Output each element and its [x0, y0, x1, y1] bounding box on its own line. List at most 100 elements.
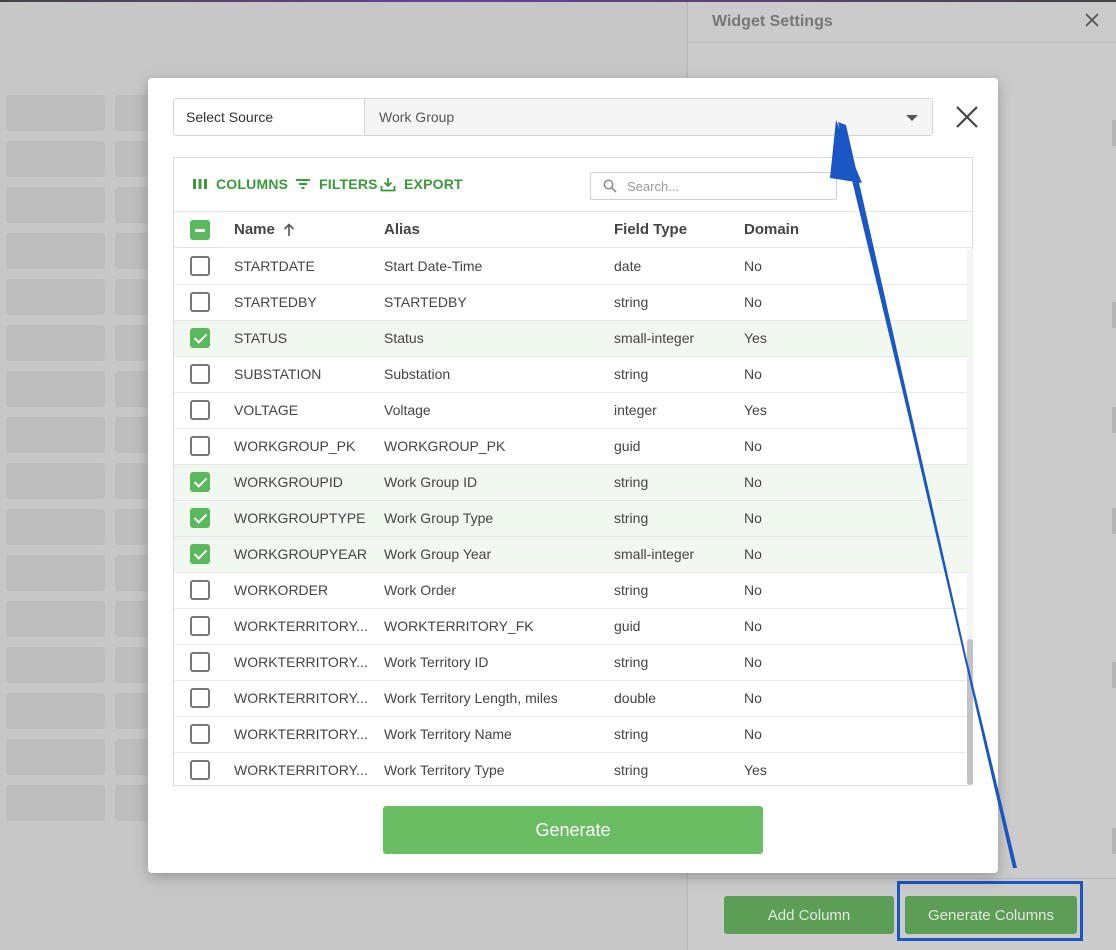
search-box [590, 172, 837, 200]
table-row[interactable]: WORKTERRITORY... Work Territory Length, m… [174, 681, 967, 717]
close-icon[interactable] [1082, 12, 1102, 32]
cell-name: WORKGROUP_PK [234, 438, 356, 454]
placeholder-block [6, 95, 105, 131]
row-checkbox[interactable] [190, 256, 210, 276]
table-row[interactable]: STARTEDBY STARTEDBY string No [174, 285, 967, 321]
cell-alias: Work Territory ID [384, 654, 489, 670]
caret-down-icon [906, 115, 918, 121]
table-row[interactable]: WORKGROUPYEAR Work Group Year small-intege… [174, 537, 967, 573]
export-button[interactable]: EXPORT [380, 176, 463, 192]
source-dropdown[interactable]: Work Group [365, 99, 932, 135]
domain-column-header[interactable]: Domain [744, 221, 799, 238]
placeholder-block [6, 509, 105, 545]
columns-button[interactable]: COLUMNS [192, 176, 288, 192]
placeholder-block [6, 187, 105, 223]
placeholder-block [6, 555, 105, 591]
cell-name: STATUS [234, 330, 288, 346]
placeholder-block [6, 647, 105, 683]
cell-alias: Voltage [384, 402, 431, 418]
table-row[interactable]: WORKTERRITORY... Work Territory Type strin… [174, 753, 967, 786]
alias-column-header[interactable]: Alias [384, 221, 420, 238]
cell-type: guid [614, 618, 641, 634]
search-input[interactable] [627, 178, 817, 194]
source-selector: Select Source Work Group [173, 98, 933, 136]
panel-divider [1112, 828, 1116, 854]
cell-name: STARTEDBY [234, 294, 317, 310]
name-column-header[interactable]: Name [234, 221, 295, 238]
table-row[interactable]: WORKGROUPID Work Group ID string No [174, 465, 967, 501]
table-row[interactable]: WORKTERRITORY... Work Territory Name strin… [174, 717, 967, 753]
cell-alias: WORKGROUP_PK [384, 438, 506, 454]
select-all-checkbox[interactable] [190, 220, 210, 240]
grid-rows: STARTDATE Start Date-Time date No STARTEDBY S… [174, 249, 967, 786]
panel-divider [1112, 662, 1116, 688]
source-label: Select Source [174, 99, 365, 135]
scrollbar-thumb[interactable] [967, 639, 973, 785]
cell-alias: Work Group Year [384, 546, 492, 562]
row-checkbox[interactable] [190, 472, 210, 492]
download-icon [380, 177, 396, 191]
placeholder-block [6, 601, 105, 637]
cell-alias: Status [384, 330, 424, 346]
add-column-button[interactable]: Add Column [724, 896, 894, 934]
row-checkbox[interactable] [190, 292, 210, 312]
row-checkbox[interactable] [190, 400, 210, 420]
close-icon[interactable] [954, 104, 980, 130]
row-checkbox[interactable] [190, 436, 210, 456]
table-row[interactable]: WORKORDER Work Order string No [174, 573, 967, 609]
cell-name: WORKTERRITORY... [234, 690, 368, 706]
placeholder-block [6, 739, 105, 775]
placeholder-block [6, 279, 105, 315]
filters-button[interactable]: FILTERS [295, 176, 378, 192]
cell-domain: No [744, 366, 762, 382]
cell-name: WORKTERRITORY... [234, 654, 368, 670]
row-checkbox[interactable] [190, 616, 210, 636]
panel-header: Widget Settings [688, 2, 1116, 43]
cell-type: double [614, 690, 657, 706]
field-type-column-header[interactable]: Field Type [614, 221, 687, 238]
cell-alias: Substation [384, 366, 451, 382]
row-checkbox[interactable] [190, 760, 210, 780]
row-checkbox[interactable] [190, 508, 210, 528]
row-checkbox[interactable] [190, 724, 210, 744]
panel-title: Widget Settings [712, 13, 833, 30]
cell-type: string [614, 510, 649, 526]
grid-toolbar: COLUMNS FILTERS EXPORT [174, 158, 972, 212]
cell-type: string [614, 366, 649, 382]
placeholder-block [6, 417, 105, 453]
row-checkbox[interactable] [190, 652, 210, 672]
table-row[interactable]: STARTDATE Start Date-Time date No [174, 249, 967, 285]
grid-scrollbar[interactable] [967, 249, 973, 786]
row-checkbox[interactable] [190, 580, 210, 600]
table-row[interactable]: WORKGROUP_PK WORKGROUP_PK guid No [174, 429, 967, 465]
table-row[interactable]: VOLTAGE Voltage integer Yes [174, 393, 967, 429]
cell-name: WORKORDER [234, 582, 329, 598]
table-row[interactable]: SUBSTATION Substation string No [174, 357, 967, 393]
cell-alias: Work Order [384, 582, 457, 598]
cell-domain: No [744, 690, 762, 706]
row-checkbox[interactable] [190, 328, 210, 348]
filters-label: FILTERS [319, 176, 378, 192]
cell-alias: WORKTERRITORY_FK [384, 618, 534, 634]
columns-label: COLUMNS [216, 176, 289, 192]
table-row[interactable]: STATUS Status small-integer Yes [174, 321, 967, 357]
cell-domain: No [744, 258, 762, 274]
cell-domain: No [744, 582, 762, 598]
cell-name: WORKGROUPYEAR [234, 546, 368, 562]
sort-up-icon [283, 222, 294, 236]
cell-type: date [614, 258, 642, 274]
cell-alias: Work Group Type [384, 510, 494, 526]
table-row[interactable]: WORKGROUPTYPE Work Group Type string No [174, 501, 967, 537]
table-row[interactable]: WORKTERRITORY... WORKTERRITORY_FK guid No [174, 609, 967, 645]
row-checkbox[interactable] [190, 688, 210, 708]
panel-divider [1112, 508, 1116, 534]
cell-domain: No [744, 510, 762, 526]
row-checkbox[interactable] [190, 364, 210, 384]
placeholder-block [6, 141, 105, 177]
generate-button[interactable]: Generate [383, 806, 763, 854]
panel-divider [1112, 407, 1116, 433]
cell-domain: Yes [744, 330, 767, 346]
cell-name: WORKGROUPID [234, 474, 343, 490]
row-checkbox[interactable] [190, 544, 210, 564]
table-row[interactable]: WORKTERRITORY... Work Territory ID string N… [174, 645, 967, 681]
